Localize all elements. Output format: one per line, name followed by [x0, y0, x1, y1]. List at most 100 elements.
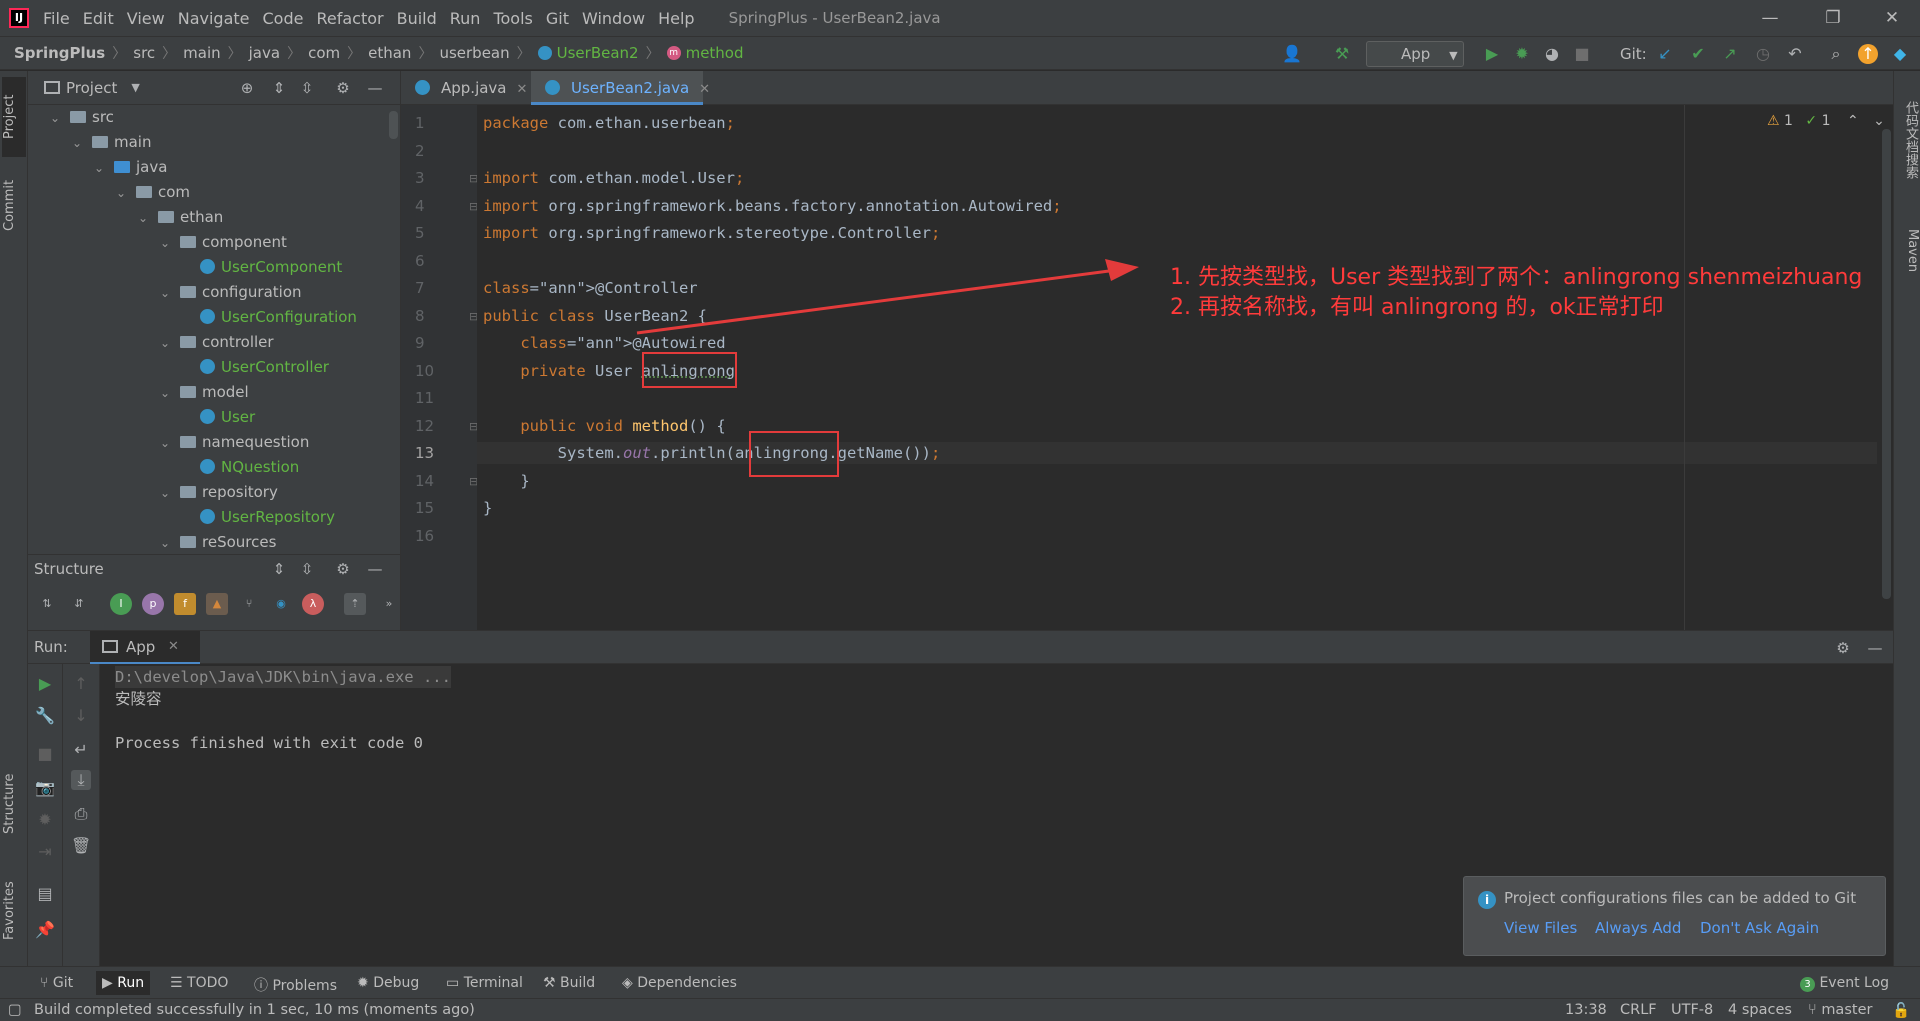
menu-file[interactable]: File — [43, 9, 70, 28]
build-hammer-icon[interactable]: ⚒ — [1332, 44, 1352, 64]
status-message[interactable]: Build completed successfully in 1 sec, 1… — [34, 1002, 475, 1018]
search-icon[interactable]: ⌕ — [1826, 44, 1846, 64]
hide-icon[interactable]: — — [366, 79, 384, 97]
gear-icon[interactable]: ⚙ — [334, 560, 352, 578]
toolwindow-build[interactable]: ⚒ Build — [543, 975, 595, 991]
sort-alpha-icon[interactable]: ⇅ — [36, 593, 58, 615]
lambda-icon[interactable]: λ — [302, 593, 324, 615]
stop-icon[interactable]: ■ — [1572, 44, 1592, 64]
circle-icon[interactable]: ◉ — [270, 593, 292, 615]
arrow-down-icon[interactable]: ↓ — [71, 706, 91, 726]
toolwindow-todo[interactable]: ☰ TODO — [170, 975, 228, 991]
restore-icon[interactable]: ❐ — [1821, 6, 1845, 30]
inherited-icon[interactable]: I — [110, 593, 132, 615]
exit-icon[interactable]: ⇥ — [35, 842, 55, 862]
collapse-all-icon[interactable]: ⇳ — [298, 560, 316, 578]
scroll-to-end-icon[interactable]: ⤓ — [71, 770, 91, 790]
chevron-down-icon[interactable]: ⌄ — [72, 131, 86, 156]
wrench-icon[interactable]: 🔧 — [35, 706, 55, 726]
chevron-down-icon[interactable]: ▼ — [131, 81, 139, 94]
scrollbar-thumb[interactable] — [389, 111, 398, 139]
tab-userbean2-java[interactable]: UserBean2.java ✕ — [531, 71, 710, 105]
chevron-down-icon[interactable]: ⌄ — [116, 181, 130, 206]
git-commit-icon[interactable]: ✔ — [1688, 44, 1708, 64]
menu-git[interactable]: Git — [546, 9, 569, 28]
tree-class-item[interactable]: UserComponent — [182, 255, 342, 280]
tree-folder-item[interactable]: ⌄ reSources — [160, 530, 276, 554]
tree-folder-item[interactable]: ⌄ namequestion — [160, 430, 309, 455]
toolwindow-problems[interactable]: ⓘ Problems — [254, 975, 337, 995]
git-update-icon[interactable]: ↙ — [1655, 44, 1675, 64]
menu-view[interactable]: View — [127, 9, 165, 28]
update-icon[interactable]: ↑ — [1858, 44, 1878, 64]
menu-window[interactable]: Window — [582, 9, 645, 28]
chevron-down-icon[interactable]: ⌄ — [160, 231, 174, 256]
chevron-down-icon[interactable]: ⌄ — [138, 206, 152, 231]
chevron-down-icon[interactable]: ⌄ — [94, 156, 108, 181]
menu-help[interactable]: Help — [658, 9, 694, 28]
always-add-link[interactable]: Always Add — [1595, 919, 1681, 937]
close-tab-icon[interactable]: ✕ — [517, 82, 528, 97]
git-push-icon[interactable]: ↗ — [1720, 44, 1740, 64]
tree-folder-item[interactable]: ⌄ repository — [160, 480, 278, 505]
tree-class-item[interactable]: UserController — [182, 355, 329, 380]
toolwindow-terminal[interactable]: ▭ Terminal — [446, 975, 523, 991]
gear-icon[interactable]: ⚙ — [334, 79, 352, 97]
menu-tools[interactable]: Tools — [493, 9, 532, 28]
debug-icon[interactable]: ✹ — [1512, 44, 1532, 64]
caret-position[interactable]: 13:38 — [1565, 1002, 1607, 1018]
tree-folder-item[interactable]: ⌄ main — [72, 130, 151, 155]
breadcrumb-project[interactable]: SpringPlus — [14, 44, 105, 62]
stop-icon[interactable]: ■ — [35, 744, 55, 764]
event-log-button[interactable]: 3 Event Log — [1800, 975, 1889, 992]
chevron-down-icon[interactable]: ⌄ — [160, 481, 174, 506]
structure-panel-title[interactable]: Structure — [34, 560, 104, 578]
rerun-icon[interactable]: ▶ — [35, 674, 55, 694]
plugin-icon[interactable]: ◆ — [1890, 44, 1910, 64]
hide-icon[interactable]: — — [366, 560, 384, 578]
tree-folder-item[interactable]: ⌄ model — [160, 380, 249, 405]
tree-folder-item[interactable]: ⌄ controller — [160, 330, 274, 355]
hide-icon[interactable]: — — [1866, 639, 1884, 657]
menu-code[interactable]: Code — [263, 9, 304, 28]
chevron-down-icon[interactable]: ⌄ — [160, 281, 174, 306]
camera-icon[interactable]: 📷 — [35, 778, 55, 798]
lock-icon[interactable]: 🔓 — [1892, 1002, 1910, 1019]
print-icon[interactable]: ⎙ — [71, 804, 91, 824]
tree-folder-item[interactable]: ⌄ java — [94, 155, 167, 180]
tab-maven[interactable]: Maven — [1896, 211, 1920, 291]
more-icon[interactable]: » — [378, 593, 400, 615]
sort-visibility-icon[interactable]: ⇵ — [68, 593, 90, 615]
tree-folder-item[interactable]: ⌄ configuration — [160, 280, 302, 305]
tab-app-java[interactable]: App.java ✕ — [401, 71, 529, 105]
menu-refactor[interactable]: Refactor — [316, 9, 383, 28]
expand-all-icon[interactable]: ⇕ — [270, 560, 288, 578]
coverage-icon[interactable]: ◕ — [1542, 44, 1562, 64]
chevron-down-icon[interactable]: ⌄ — [160, 381, 174, 406]
tree-class-item[interactable]: UserRepository — [182, 505, 335, 530]
gear-icon[interactable]: ⚙ — [1834, 639, 1852, 657]
breadcrumb-com[interactable]: com — [308, 44, 340, 62]
close-tab-icon[interactable]: ✕ — [699, 82, 710, 97]
tab-project[interactable]: Project — [2, 77, 26, 157]
menu-edit[interactable]: Edit — [83, 9, 114, 28]
status-toggle-icon[interactable]: ▢ — [8, 1002, 22, 1018]
indent-setting[interactable]: 4 spaces — [1728, 1002, 1792, 1018]
menu-run[interactable]: Run — [450, 9, 481, 28]
run-configuration-select[interactable]: App ▼ — [1366, 41, 1464, 67]
expand-all-icon[interactable]: ⇕ — [270, 79, 288, 97]
breadcrumb-method[interactable]: method — [686, 44, 744, 62]
tree-class-item[interactable]: UserConfiguration — [182, 305, 357, 330]
chevron-down-icon[interactable]: ⌄ — [160, 331, 174, 356]
toolwindow-dependencies[interactable]: ◈ Dependencies — [622, 975, 737, 991]
bug-icon[interactable]: ✹ — [35, 810, 55, 830]
run-tab-app[interactable]: App ✕ — [90, 631, 200, 665]
layout-icon[interactable]: ▤ — [35, 884, 55, 904]
code-editor[interactable]: package com.ethan.userbean; import com.et… — [477, 105, 1893, 630]
breadcrumb-ethan[interactable]: ethan — [368, 44, 411, 62]
tree-folder-item[interactable]: ⌄ com — [116, 180, 190, 205]
soft-wrap-icon[interactable]: ↵ — [71, 740, 91, 760]
run-icon[interactable]: ▶ — [1482, 44, 1502, 64]
pin-icon[interactable]: 📌 — [35, 920, 55, 940]
history-icon[interactable]: ◷ — [1753, 44, 1773, 64]
